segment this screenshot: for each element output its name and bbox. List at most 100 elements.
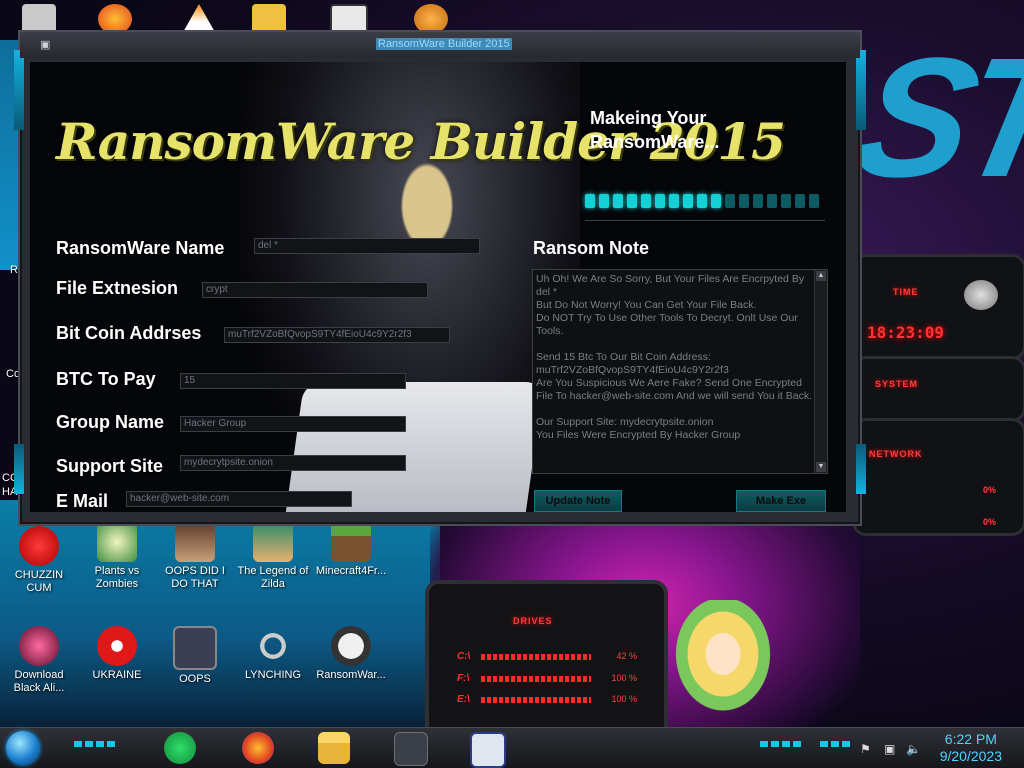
build-status-text: Makeing Your RansomWare... <box>590 108 720 152</box>
drive-pct: 42 % <box>616 651 637 661</box>
desktop-icon[interactable]: Minecraft4Fr... <box>314 522 388 578</box>
minecraft-block-icon <box>331 522 371 562</box>
window-frame-accent <box>856 444 866 494</box>
window-frame-accent <box>856 50 866 130</box>
email-input[interactable] <box>126 491 352 507</box>
ransomware-name-input[interactable] <box>254 238 480 254</box>
network-pct-2: 0% <box>983 517 997 527</box>
h2-app-icon[interactable] <box>470 732 506 768</box>
system-widget-tag: SYSTEM <box>875 379 919 389</box>
desktop-icon[interactable]: UKRAINE <box>80 626 154 682</box>
progress-segment <box>683 194 693 208</box>
ransom-note-scrollbar[interactable]: ▲ ▼ <box>814 270 827 473</box>
group-name-label: Group Name <box>56 412 165 432</box>
update-note-button[interactable]: Update Note <box>534 490 622 512</box>
progress-segment <box>697 194 707 208</box>
time-widget-digits: 18:23:09 <box>867 323 945 342</box>
drive-letter: E:\ <box>457 694 470 705</box>
ransom-note-title: Ransom Note <box>533 238 650 258</box>
drive-letter: C:\ <box>457 651 471 662</box>
start-orb-icon[interactable] <box>6 731 40 765</box>
desktop-icon[interactable]: OOPS <box>158 626 232 686</box>
ransom-note-textarea[interactable]: Uh Oh! We Are So Sorry, But Your Files A… <box>532 269 828 474</box>
volume-icon[interactable]: 🔈 <box>906 742 921 756</box>
network-icon[interactable]: ▣ <box>884 742 898 756</box>
desktop-icon[interactable]: RansomWar... <box>314 626 388 682</box>
ransomware-builder-window: ▣ RansomWare Builder 2015 RansomWare Bui… <box>14 30 866 526</box>
desktop-icon[interactable]: CHUZZIN CUM <box>2 526 76 595</box>
progress-segment <box>655 194 665 208</box>
desktop-icon-label: RansomWar... <box>316 669 386 681</box>
progress-segment <box>613 194 623 208</box>
ransomware-name-label: RansomWare Name <box>56 238 225 258</box>
security-flag-icon[interactable]: ⚑ <box>860 742 874 756</box>
make-exe-button[interactable]: Make Exe <box>736 490 826 512</box>
window-titlebar[interactable]: ▣ RansomWare Builder 2015 <box>20 32 860 58</box>
file-explorer-icon[interactable] <box>318 732 350 764</box>
desktop-icon-label: Download Black Ali... <box>13 669 65 694</box>
taskbar-clock[interactable]: 6:22 PM 9/20/2023 <box>940 731 1002 765</box>
drive-pct: 100 % <box>611 673 637 683</box>
drives-widget: DRIVES C:\ 42 % F:\ 100 % E:\ 100 % <box>425 580 668 738</box>
drive-row: F:\ 100 % <box>457 673 637 684</box>
spotify-icon[interactable] <box>164 732 196 764</box>
desktop-icon-label: LYNCHING <box>244 669 302 681</box>
file-extension-input[interactable] <box>202 282 428 298</box>
window-title: RansomWare Builder 2015 <box>376 38 512 50</box>
ransomware-builder-taskbar-icon[interactable] <box>394 732 428 766</box>
btc-to-pay-label: BTC To Pay <box>56 369 156 389</box>
time-widget-tag: TIME <box>893 287 919 297</box>
alien-head-icon <box>19 626 59 666</box>
progress-segment <box>627 194 637 208</box>
support-site-label: Support Site <box>56 456 163 476</box>
progress-segment <box>711 194 721 208</box>
progress-segment <box>781 194 791 208</box>
skull-icon <box>331 626 371 666</box>
window-menu-icon[interactable]: ▣ <box>40 38 54 51</box>
bitcoin-address-input[interactable] <box>224 327 450 343</box>
drives-widget-tag: DRIVES <box>513 616 553 626</box>
progress-segment <box>725 194 735 208</box>
scroll-down-arrow-icon[interactable]: ▼ <box>816 462 826 472</box>
network-widget: NETWORK 0% 0% <box>852 418 1024 536</box>
drive-letter: F:\ <box>457 673 470 684</box>
build-progress-bar <box>585 190 825 212</box>
firefox-taskbar-icon[interactable] <box>242 732 274 764</box>
scroll-up-arrow-icon[interactable]: ▲ <box>816 271 826 281</box>
support-site-input[interactable] <box>180 455 406 471</box>
cartoon-character-widget <box>668 600 778 720</box>
desktop-icon-label: Plants vs Zombies <box>94 565 140 590</box>
desktop-icon-label: OOPS <box>179 673 211 685</box>
wallpaper-graphic-letters: ST <box>839 23 1024 213</box>
desktop-icon-label: Minecraft4Fr... <box>315 565 387 577</box>
file-extension-label: File Extnesion <box>56 278 179 298</box>
desktop-icon-label: The Legend of Zilda <box>237 565 309 590</box>
radiation-icon <box>97 626 137 666</box>
progress-segment <box>767 194 777 208</box>
drive-row: C:\ 42 % <box>457 651 637 662</box>
alien-logo-icon <box>964 280 998 310</box>
desktop-icon-label: UKRAINE <box>92 669 142 681</box>
btc-to-pay-input[interactable] <box>180 373 406 389</box>
window-frame-accent <box>14 444 24 494</box>
group-name-input[interactable] <box>180 416 406 432</box>
time-widget: TIME 18:23:09 <box>852 254 1024 360</box>
progress-segment <box>809 194 819 208</box>
divider <box>585 220 825 221</box>
desktop-icon[interactable]: Download Black Ali... <box>2 626 76 695</box>
system-widget: SYSTEM <box>852 356 1024 422</box>
desktop-icon[interactable]: OOPS DID I DO THAT <box>158 522 232 591</box>
desktop-icon-label: OOPS DID I DO THAT <box>165 565 225 590</box>
desktop-icon[interactable]: Plants vs Zombies <box>80 522 154 591</box>
desktop-icon[interactable]: LYNCHING <box>236 626 310 682</box>
taskbar-decoration <box>74 741 118 747</box>
drive-row: E:\ 100 % <box>457 694 637 705</box>
chuzzle-icon <box>19 526 59 566</box>
progress-segment <box>585 194 595 208</box>
progress-segment <box>739 194 749 208</box>
desktop-icon[interactable]: The Legend of Zilda <box>236 522 310 591</box>
portrait-icon <box>175 522 215 562</box>
window-client-area: RansomWare Builder 2015 Makeing Your Ran… <box>30 62 846 512</box>
desktop-icon-label: CHUZZIN CUM <box>14 569 64 594</box>
plants-vs-zombies-icon <box>97 522 137 562</box>
